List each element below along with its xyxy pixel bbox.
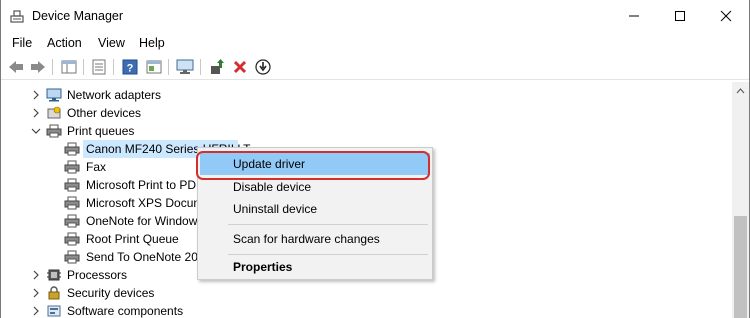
ctx-scan-hardware-changes[interactable]: Scan for hardware changes [200, 228, 430, 250]
menu-action[interactable]: Action [47, 36, 82, 50]
ctx-label: Disable device [233, 180, 312, 194]
device-manager-app-icon [10, 10, 24, 23]
toolbar-separator [168, 59, 169, 75]
uninstall-icon [233, 60, 247, 74]
maximize-icon [675, 11, 685, 21]
properties-button[interactable] [90, 58, 108, 76]
monitor-icon [176, 59, 194, 74]
window-title: Device Manager [32, 9, 124, 23]
printer-icon [64, 160, 80, 174]
maximize-button[interactable] [657, 0, 703, 32]
show-hide-console-tree-button[interactable] [60, 58, 78, 76]
tree-label: Print queues [67, 124, 135, 138]
chevron-up-icon [736, 87, 745, 93]
chevron-down-icon[interactable] [31, 126, 41, 136]
vertical-scrollbar[interactable] [732, 82, 749, 318]
monitor-button[interactable] [176, 58, 194, 76]
ctx-label: Scan for hardware changes [233, 232, 380, 246]
menu-view[interactable]: View [98, 36, 125, 50]
menu-file[interactable]: File [12, 36, 32, 50]
minimize-button[interactable] [611, 0, 657, 32]
action-pane-icon [146, 60, 162, 74]
processor-icon [47, 269, 61, 281]
help-icon: ? [122, 59, 138, 75]
forward-button[interactable] [29, 58, 47, 76]
close-icon [720, 10, 732, 22]
printer-icon [64, 178, 80, 192]
tree-label: Send To OneNote 2016 [86, 250, 212, 264]
properties-icon [92, 59, 106, 75]
software-component-icon [47, 305, 61, 317]
help-button[interactable]: ? [121, 58, 139, 76]
other-devices-icon [47, 106, 61, 119]
ctx-label: Uninstall device [233, 202, 318, 216]
tree-category-software-components[interactable]: Software components [1, 302, 733, 318]
tree-label: Network adapters [67, 88, 162, 102]
printer-icon [64, 214, 80, 228]
chevron-right-icon[interactable] [31, 90, 41, 100]
printer-icon [64, 250, 80, 264]
tree-label: Root Print Queue [86, 232, 179, 246]
close-button[interactable] [703, 0, 749, 32]
menu-help[interactable]: Help [139, 36, 165, 50]
back-arrow-icon [9, 61, 23, 73]
toolbar-separator [113, 59, 114, 75]
uninstall-button[interactable] [231, 58, 249, 76]
toolbar: ? [1, 54, 749, 80]
download-icon [255, 59, 271, 75]
printer-icon [46, 124, 62, 138]
svg-text:?: ? [127, 63, 134, 75]
annotation-highlight-ring [196, 151, 430, 180]
chevron-right-icon[interactable] [31, 306, 41, 316]
chevron-right-icon[interactable] [31, 288, 41, 298]
tree-label: Microsoft Print to PDF [86, 178, 204, 192]
device-manager-window: Device Manager File Action View Help ? N… [0, 0, 750, 318]
toolbar-separator [200, 59, 201, 75]
tree-label: Processors [67, 268, 128, 282]
menu-separator [228, 254, 428, 255]
tree-label: Software components [67, 304, 184, 318]
tree-category-security-devices[interactable]: Security devices [1, 284, 733, 302]
scroll-thumb[interactable] [734, 216, 747, 318]
toolbar-separator [52, 59, 53, 75]
printer-icon [64, 142, 80, 156]
security-device-icon [48, 286, 60, 300]
tree-category-other-devices[interactable]: Other devices [1, 104, 733, 122]
action-pane-button[interactable] [145, 58, 163, 76]
ctx-uninstall-device[interactable]: Uninstall device [200, 198, 430, 220]
toolbar-separator [83, 59, 84, 75]
title-bar[interactable]: Device Manager [1, 0, 749, 32]
ctx-label: Properties [233, 260, 293, 274]
chevron-right-icon[interactable] [31, 108, 41, 118]
tree-category-network-adapters[interactable]: Network adapters [1, 86, 733, 104]
ctx-properties[interactable]: Properties [200, 256, 430, 278]
forward-arrow-icon [31, 61, 45, 73]
tree-category-print-queues[interactable]: Print queues [1, 122, 733, 140]
tree-label: Other devices [67, 106, 142, 120]
tree-label: Fax [86, 160, 107, 174]
chevron-right-icon[interactable] [31, 270, 41, 280]
network-adapter-icon [46, 88, 62, 102]
update-driver-icon [211, 59, 224, 74]
show-hide-console-tree-icon [61, 60, 77, 74]
printer-icon [64, 196, 80, 210]
menu-bar: File Action View Help [1, 32, 749, 54]
printer-icon [64, 232, 80, 246]
back-button[interactable] [7, 58, 25, 76]
minimize-icon [629, 15, 639, 17]
menu-separator [228, 224, 428, 225]
scroll-up-button[interactable] [732, 82, 749, 99]
update-driver-button[interactable] [208, 58, 226, 76]
download-button[interactable] [254, 58, 272, 76]
tree-label: Security devices [67, 286, 155, 300]
